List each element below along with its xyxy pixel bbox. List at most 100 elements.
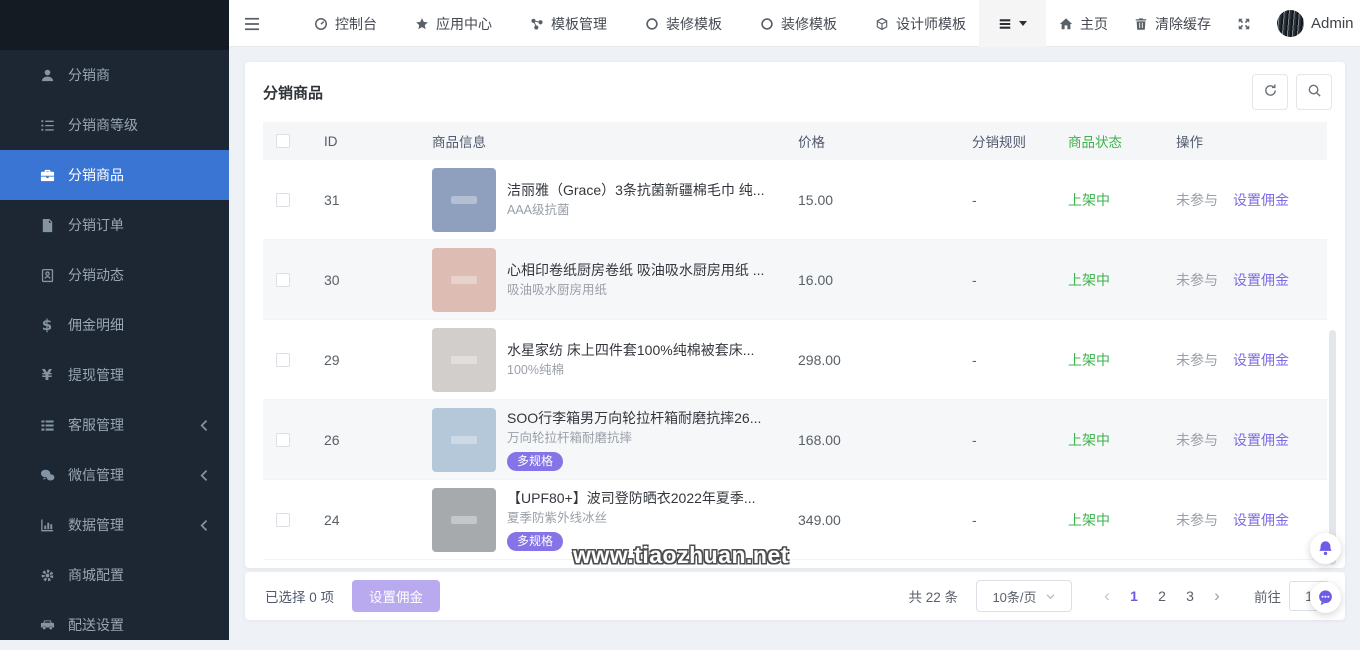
navbar-right: 主页 清除缓存 Admin xyxy=(979,0,1360,46)
expand-icon xyxy=(1237,17,1251,31)
thumbnail-watermark xyxy=(451,436,477,444)
refresh-icon xyxy=(1263,83,1278,101)
product-subtitle: 吸油吸水厨房用纸 xyxy=(507,281,764,299)
sidebar-toggle-button[interactable] xyxy=(229,0,275,47)
sidebar-item-4[interactable]: 分销订单 xyxy=(0,200,229,250)
sidebar-item-label: 配送设置 xyxy=(68,615,124,635)
set-commission-link[interactable]: 设置佣金 xyxy=(1233,190,1289,210)
set-commission-link[interactable]: 设置佣金 xyxy=(1233,270,1289,290)
navbar-item-5[interactable]: 装修模板 xyxy=(747,0,850,47)
navbar-item-3[interactable]: 模板管理 xyxy=(517,0,620,47)
chart-icon xyxy=(38,518,56,533)
select-all-checkbox[interactable] xyxy=(276,134,290,148)
product-list-card: 分销商品 ID 商品信息 价格 分销规则 商品状态 操作 31 xyxy=(245,62,1345,568)
pagination: ‹ 123 › xyxy=(1094,581,1230,611)
multi-spec-badge: 多规格 xyxy=(507,452,563,471)
page-3-button[interactable]: 3 xyxy=(1176,581,1204,611)
sidebar-item-label: 提现管理 xyxy=(68,365,124,385)
navbar-item-label: 控制台 xyxy=(335,14,377,34)
product-thumbnail xyxy=(432,168,496,232)
next-page-button[interactable]: › xyxy=(1204,586,1230,606)
row-checkbox[interactable] xyxy=(276,273,290,287)
row-checkbox[interactable] xyxy=(276,513,290,527)
row-checkbox[interactable] xyxy=(276,193,290,207)
top-navbar: 控制台应用中心模板管理装修模板装修模板设计师模板 主页 清除缓存 xyxy=(229,0,1360,47)
row-checkbox[interactable] xyxy=(276,433,290,447)
set-commission-link[interactable]: 设置佣金 xyxy=(1233,430,1289,450)
refresh-button[interactable] xyxy=(1252,74,1288,110)
sidebar-item-7[interactable]: ¥提现管理 xyxy=(0,350,229,400)
menu-list-dropdown-button[interactable] xyxy=(979,0,1046,47)
navbar-item-2[interactable]: 应用中心 xyxy=(402,0,505,47)
sidebar-item-6[interactable]: $佣金明细 xyxy=(0,300,229,350)
row-checkbox[interactable] xyxy=(276,353,290,367)
distribution-rule: - xyxy=(964,192,1060,208)
sidebar-item-3[interactable]: 分销商品 xyxy=(0,150,229,200)
search-button[interactable] xyxy=(1296,74,1332,110)
multi-spec-badge: 多规格 xyxy=(507,532,563,551)
user-menu[interactable]: Admin xyxy=(1264,0,1360,47)
page-1-button[interactable]: 1 xyxy=(1120,581,1148,611)
set-commission-link[interactable]: 设置佣金 xyxy=(1233,510,1289,530)
page-2-button[interactable]: 2 xyxy=(1148,581,1176,611)
page-size-value: 10条/页 xyxy=(992,587,1036,606)
batch-set-commission-button[interactable]: 设置佣金 xyxy=(352,580,440,612)
column-header-status: 商品状态 xyxy=(1060,131,1168,151)
sidebar-item-12[interactable]: 配送设置 xyxy=(0,600,229,650)
sidebar: 分销商分销商等级分销商品分销订单分销动态 $佣金明细¥提现管理客服管理微信管理数据… xyxy=(0,0,229,640)
clear-cache-label: 清除缓存 xyxy=(1155,14,1211,34)
product-title: SOO行李箱男万向轮拉杆箱耐磨抗摔26... xyxy=(507,409,761,428)
bell-icon xyxy=(1317,540,1334,557)
participation-status: 未参与 xyxy=(1176,350,1218,370)
trash-icon xyxy=(1134,17,1148,31)
sidebar-item-label: 数据管理 xyxy=(68,515,124,535)
table-row: 26 SOO行李箱男万向轮拉杆箱耐磨抗摔26... 万向轮拉杆箱耐磨抗摔 多规格… xyxy=(263,400,1327,480)
product-thumbnail xyxy=(432,248,496,312)
sidebar-item-8[interactable]: 客服管理 xyxy=(0,400,229,450)
participation-status: 未参与 xyxy=(1176,270,1218,290)
sidebar-item-9[interactable]: 微信管理 xyxy=(0,450,229,500)
navbar-item-4[interactable]: 装修模板 xyxy=(632,0,735,47)
product-status: 上架中 xyxy=(1060,190,1168,210)
file-icon xyxy=(38,218,56,233)
column-header-rule: 分销规则 xyxy=(964,131,1060,151)
circle-icon xyxy=(645,17,659,31)
distribution-rule: - xyxy=(964,432,1060,448)
fullscreen-button[interactable] xyxy=(1224,0,1264,47)
sidebar-item-11[interactable]: 商城配置 xyxy=(0,550,229,600)
sidebar-menu: 分销商分销商等级分销商品分销订单分销动态 $佣金明细¥提现管理客服管理微信管理数据… xyxy=(0,50,229,650)
product-status: 上架中 xyxy=(1060,270,1168,290)
caret-down-icon xyxy=(1019,21,1027,26)
distribution-rule: - xyxy=(964,272,1060,288)
circle-icon xyxy=(760,17,774,31)
page-title: 分销商品 xyxy=(263,82,323,103)
search-icon xyxy=(1307,83,1322,101)
notification-button[interactable] xyxy=(1310,533,1341,564)
sidebar-item-label: 佣金明细 xyxy=(68,315,124,335)
sidebar-item-10[interactable]: 数据管理 xyxy=(0,500,229,550)
chat-button[interactable] xyxy=(1310,582,1341,613)
sidebar-item-2[interactable]: 分销商等级 xyxy=(0,100,229,150)
chevron-left-icon xyxy=(195,468,213,483)
sidebar-item-1[interactable]: 分销商 xyxy=(0,50,229,100)
clear-cache-button[interactable]: 清除缓存 xyxy=(1121,0,1224,47)
sidebar-item-label: 分销动态 xyxy=(68,265,124,285)
navbar-item-1[interactable]: 控制台 xyxy=(301,0,390,47)
chat-icon xyxy=(1317,589,1334,606)
product-id: 29 xyxy=(310,352,420,368)
home-button[interactable]: 主页 xyxy=(1046,0,1121,47)
participation-status: 未参与 xyxy=(1176,430,1218,450)
sidebar-item-label: 分销商品 xyxy=(68,165,124,185)
address-book-icon xyxy=(38,268,56,283)
navbar-item-6[interactable]: 设计师模板 xyxy=(862,0,979,47)
page-size-select[interactable]: 10条/页 xyxy=(976,580,1072,612)
avatar xyxy=(1277,10,1304,37)
participation-status: 未参与 xyxy=(1176,510,1218,530)
table-scrollbar[interactable] xyxy=(1329,330,1336,565)
product-subtitle: AAA级抗菌 xyxy=(507,201,764,219)
cube-icon xyxy=(875,17,889,31)
set-commission-link[interactable]: 设置佣金 xyxy=(1233,350,1289,370)
sidebar-item-5[interactable]: 分销动态 xyxy=(0,250,229,300)
prev-page-button[interactable]: ‹ xyxy=(1094,586,1120,606)
product-thumbnail xyxy=(432,408,496,472)
